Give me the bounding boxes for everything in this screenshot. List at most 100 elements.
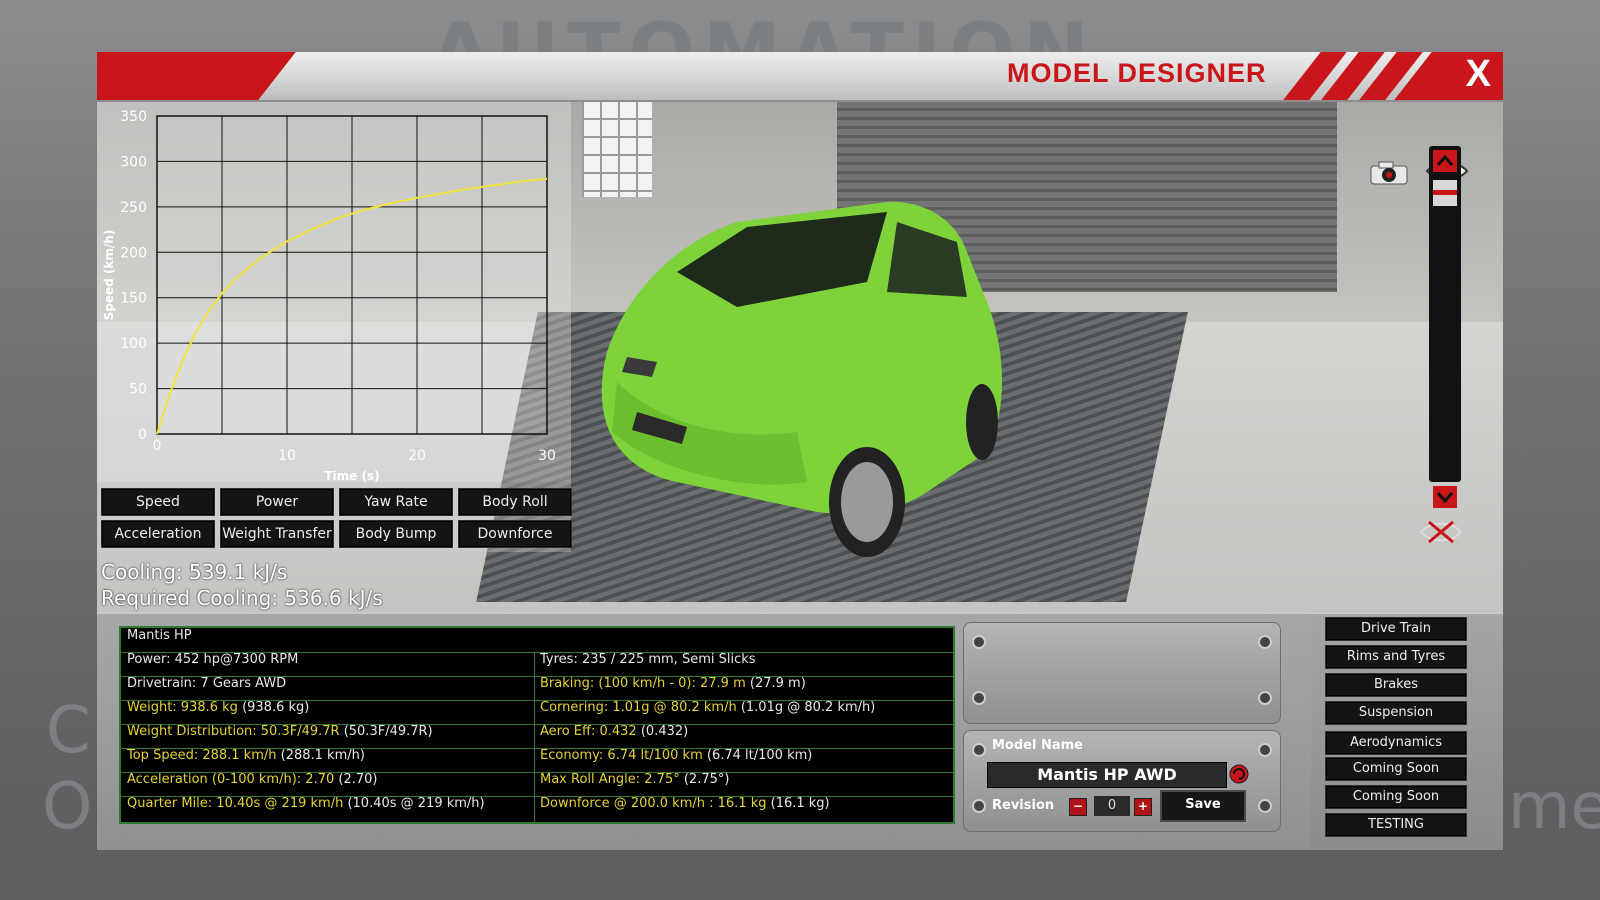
y-tick-label: 100 [120,336,147,352]
stat-comparison: (10.40s @ 219 km/h) [343,796,485,811]
stats-column-divider [534,652,535,822]
revision-label: Revision [992,798,1055,813]
stats-row: Power: 452 hp@7300 RPM Tyres: 235 / 225 m… [121,652,953,677]
nav-rims-and-tyres[interactable]: Rims and Tyres [1325,645,1467,669]
x-tick-labels: 0 10 20 30 [153,438,556,464]
nav-suspension[interactable]: Suspension [1325,701,1467,725]
stat-value: Aero Eff: 0.432 [540,724,637,739]
cooling-readout: Cooling: 539.1 kJ/s [101,560,288,584]
screw-icon [972,743,986,757]
stat-value: Drivetrain: 7 Gears AWD [127,676,287,691]
refresh-icon[interactable] [1229,764,1249,784]
stat-comparison: (938.6 kg) [237,700,310,715]
graph-button-acceleration[interactable]: Acceleration [101,520,215,548]
y-tick-label: 200 [120,245,147,261]
graph-button-downforce[interactable]: Downforce [458,520,572,548]
stat-comparison: (6.74 lt/100 km) [702,748,813,763]
stat-right: Economy: 6.74 lt/100 km (6.74 lt/100 km) [534,748,812,772]
stats-row: Weight: 938.6 kg (938.6 kg) Cornering: 1.… [121,700,953,725]
screw-icon [1258,743,1272,757]
title-bar-red-accent [97,52,296,100]
stat-comparison: (288.1 km/h) [276,748,365,763]
x-tick-label: 10 [278,448,296,464]
stat-right: Tyres: 235 / 225 mm, Semi Slicks [534,652,756,676]
graph-button-body-bump[interactable]: Body Bump [339,520,453,548]
nav-coming-soon-1[interactable]: Coming Soon [1325,757,1467,781]
stats-row: Top Speed: 288.1 km/h (288.1 km/h) Econom… [121,748,953,773]
scroll-thumb-handle[interactable] [1433,180,1457,206]
screw-icon [1258,635,1272,649]
stat-right: Aero Eff: 0.432 (0.432) [534,724,688,748]
x-tick-label: 0 [153,438,162,454]
graph-button-speed[interactable]: Speed [101,488,215,516]
model-name-input[interactable]: Mantis HP AWD [987,762,1227,788]
telemetry-graph-panel: 0 50 100 150 200 250 300 350 0 10 20 30 Time (s) S… [97,102,571,483]
stat-right: Cornering: 1.01g @ 80.2 km/h (1.01g @ 80… [534,700,875,724]
y-tick-label: 300 [120,154,147,170]
stat-left: Weight Distribution: 50.3F/49.7R (50.3F/… [121,724,433,748]
stat-comparison: (2.75°) [679,772,730,787]
scroll-down-icon[interactable] [1433,486,1457,508]
stat-right: Max Roll Angle: 2.75° (2.75°) [534,772,729,796]
stat-left: Drivetrain: 7 Gears AWD [121,676,286,700]
graph-button-yaw-rate[interactable]: Yaw Rate [339,488,453,516]
screw-icon [972,799,986,813]
car-model[interactable] [567,182,1037,562]
revision-value: 0 [1094,796,1130,816]
stat-right: Downforce @ 200.0 km/h : 16.1 kg (16.1 k… [534,796,830,820]
camera-icon[interactable] [1367,160,1411,186]
screw-icon [972,691,986,705]
stat-value: Downforce @ 200.0 km/h : 16.1 kg [540,796,767,811]
screw-icon [1258,691,1272,705]
y-tick-label: 150 [120,291,147,307]
graph-button-power[interactable]: Power [220,488,334,516]
stat-comparison: (0.432) [636,724,689,739]
graph-mode-buttons: Speed Power Yaw Rate Body Roll Accelerat… [97,482,572,552]
stat-value: Power: 452 hp@7300 RPM [127,652,299,667]
background-text-left-2: O [42,770,93,844]
y-tick-label: 350 [120,109,147,125]
stat-value: Top Speed: 288.1 km/h [127,748,277,763]
title-bar: MODEL DESIGNER X [97,52,1503,102]
graph-button-body-roll[interactable]: Body Roll [458,488,572,516]
section-nav: Drive Train Rims and Tyres Brakes Suspen… [1311,614,1503,850]
scroll-up-icon[interactable] [1433,150,1457,172]
stat-comparison: (1.01g @ 80.2 km/h) [736,700,876,715]
stat-left: Quarter Mile: 10.40s @ 219 km/h (10.40s … [121,796,485,820]
background-text-left-1: C [46,694,91,768]
required-cooling-readout: Required Cooling: 536.6 kJ/s [101,586,383,610]
nav-brakes[interactable]: Brakes [1325,673,1467,697]
x-axis-label: Time (s) [324,469,379,482]
close-button[interactable]: X [1466,53,1491,96]
stat-left: Weight: 938.6 kg (938.6 kg) [121,700,309,724]
stat-comparison: (50.3F/49.7R) [339,724,433,739]
stat-left: Acceleration (0-100 km/h): 2.70 (2.70) [121,772,377,796]
revision-increment-button[interactable]: + [1134,798,1152,816]
nav-testing[interactable]: TESTING [1325,813,1467,837]
stat-value: Max Roll Angle: 2.75° [540,772,680,787]
stats-row: Drivetrain: 7 Gears AWD Braking: (100 km/… [121,676,953,701]
nav-drive-train[interactable]: Drive Train [1325,617,1467,641]
y-tick-label: 0 [138,427,147,443]
stat-value: Acceleration (0-100 km/h): 2.70 [127,772,335,787]
nav-coming-soon-2[interactable]: Coming Soon [1325,785,1467,809]
stat-value: Quarter Mile: 10.40s @ 219 km/h [127,796,344,811]
revision-decrement-button[interactable]: − [1069,798,1087,816]
x-tick-label: 30 [538,448,556,464]
window-title: MODEL DESIGNER [1007,58,1267,88]
empty-plate [963,622,1281,724]
stats-row: Weight Distribution: 50.3F/49.7R (50.3F/… [121,724,953,749]
model-designer-window: MODEL DESIGNER X 0 50 100 150 200 250 30… [97,50,1503,850]
stat-right: Braking: (100 km/h - 0): 27.9 m (27.9 m) [534,676,806,700]
save-button[interactable]: Save [1160,790,1246,822]
graph-button-weight-transfer[interactable]: Weight Transfer [220,520,334,548]
stats-header-row: Mantis HP [121,628,953,653]
y-tick-label: 50 [129,382,147,398]
hide-view-icon[interactable] [1419,518,1463,546]
stats-table: Mantis HP Power: 452 hp@7300 RPM Tyres: 2… [119,626,955,824]
nav-aerodynamics[interactable]: Aerodynamics [1325,731,1467,755]
stat-value: Weight Distribution: 50.3F/49.7R [127,724,340,739]
screw-icon [1258,799,1272,813]
stats-row: Quarter Mile: 10.40s @ 219 km/h (10.40s … [121,796,953,820]
model-header: Mantis HP [127,628,192,643]
